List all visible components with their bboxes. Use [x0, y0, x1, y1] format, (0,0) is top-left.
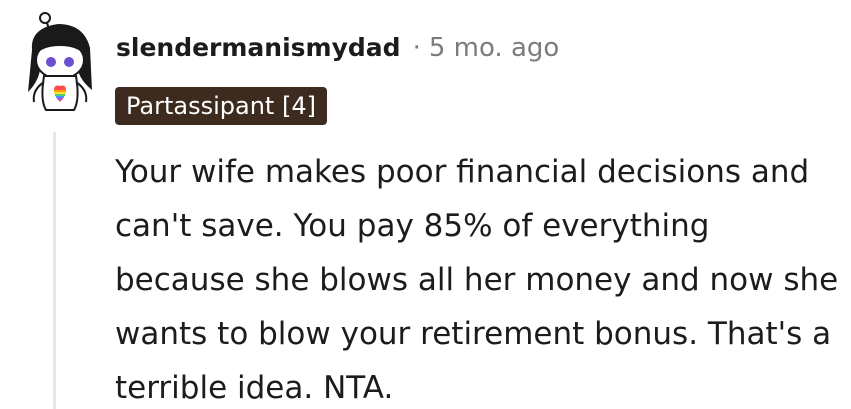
comment-header: slendermanismydad · 5 mo. ago — [116, 33, 559, 63]
user-avatar[interactable] — [20, 10, 110, 115]
separator-dot: · — [412, 33, 421, 63]
user-flair-badge: Partassipant [4] — [115, 87, 327, 125]
author-username[interactable]: slendermanismydad — [116, 33, 401, 62]
comment-timestamp[interactable]: 5 mo. ago — [429, 33, 559, 63]
comment: slendermanismydad · 5 mo. ago Partassipa… — [0, 0, 851, 409]
snoo-avatar-icon — [28, 12, 92, 111]
comment-body: Your wife makes poor financial decisions… — [115, 154, 839, 406]
thread-collapse-line[interactable] — [53, 132, 56, 409]
